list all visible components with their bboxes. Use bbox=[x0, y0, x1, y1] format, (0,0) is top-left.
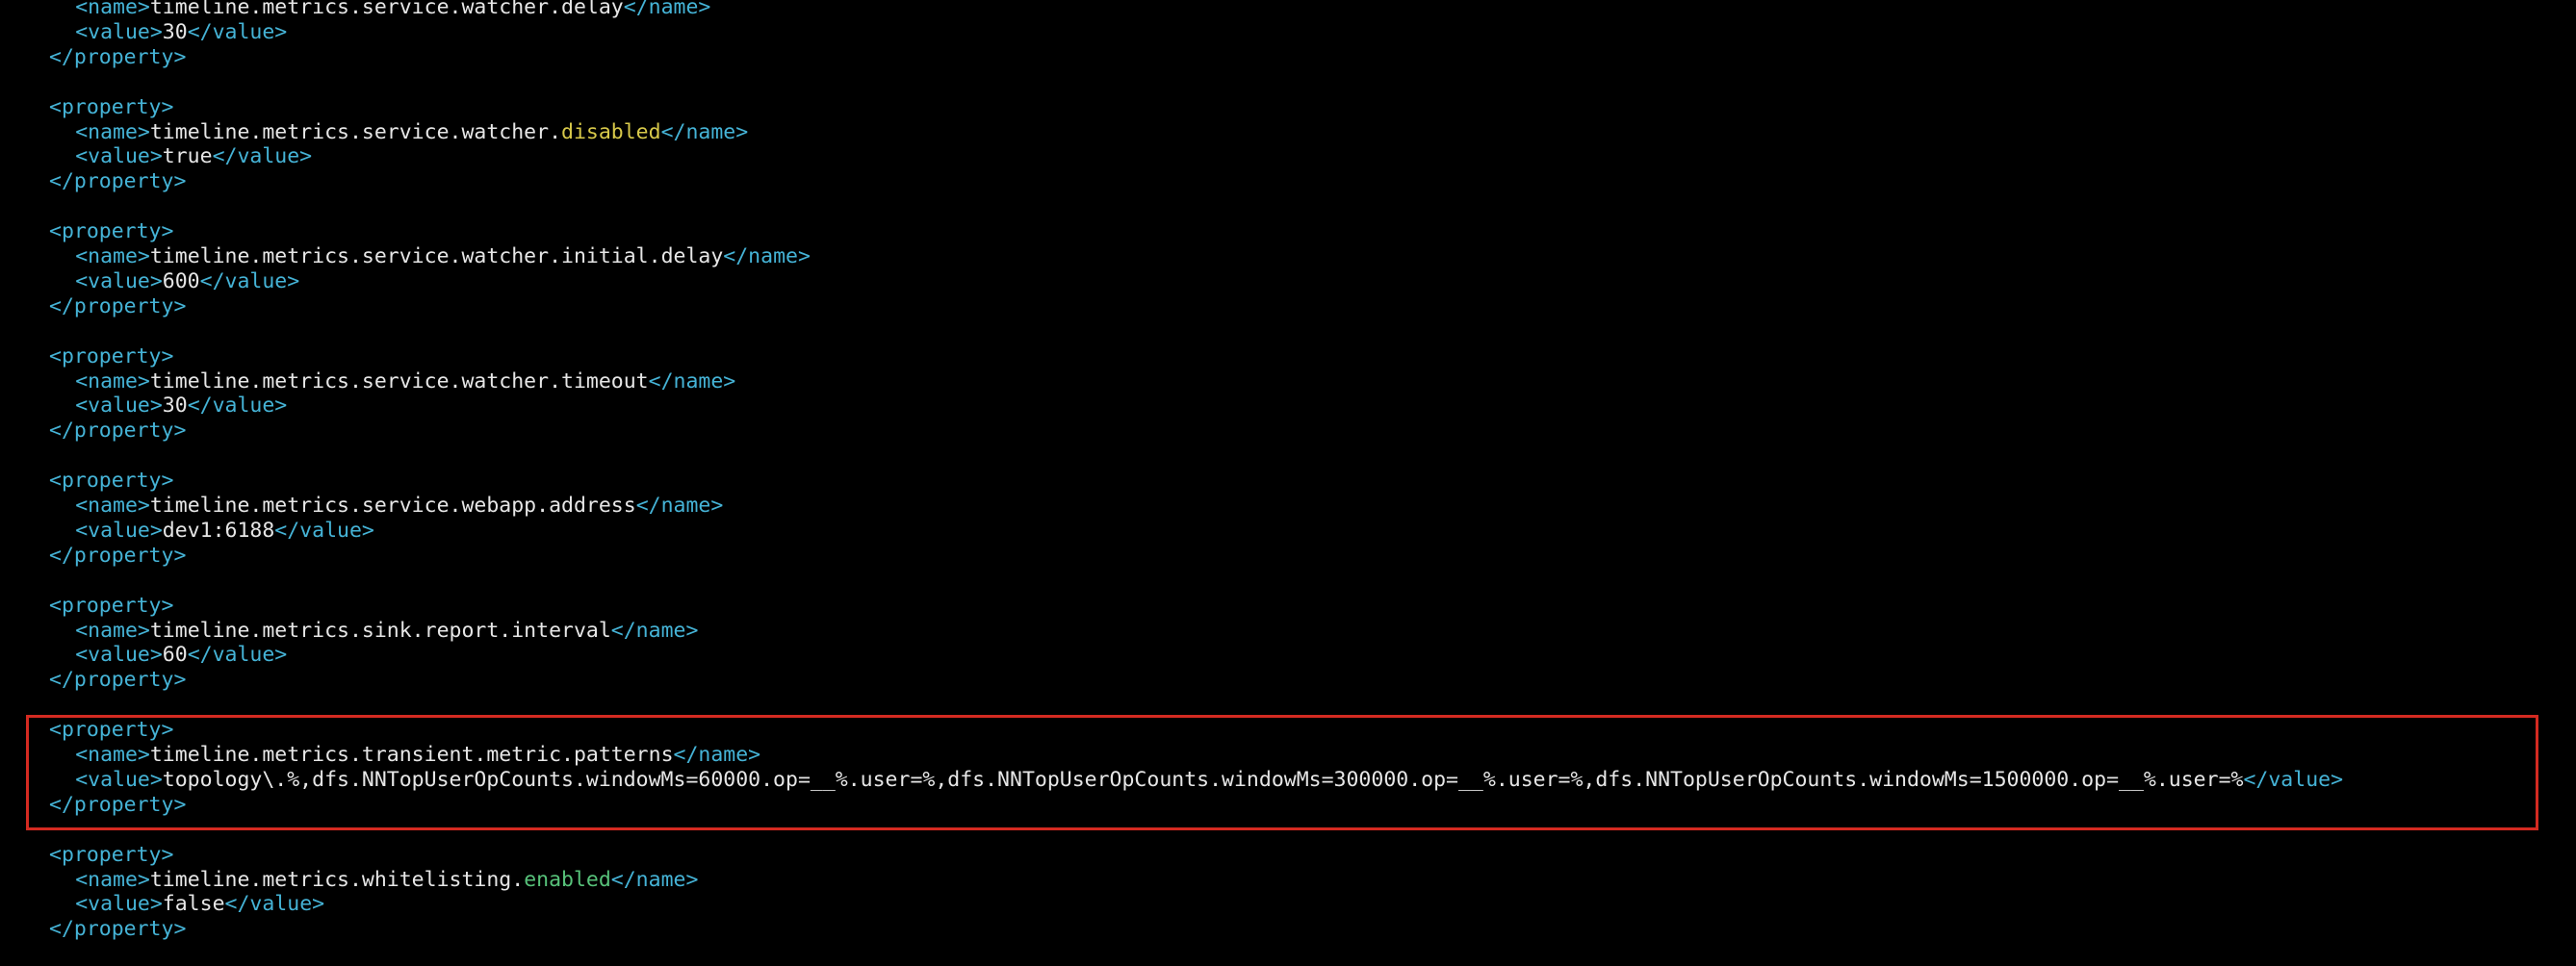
code-line: </property> bbox=[49, 419, 186, 444]
xml-tag: </name> bbox=[610, 618, 699, 643]
xml-text: true bbox=[162, 144, 213, 169]
xml-tag: </property> bbox=[49, 293, 187, 318]
xml-tag: <name> bbox=[75, 867, 150, 892]
xml-tag: </property> bbox=[49, 419, 187, 444]
xml-tag: <name> bbox=[75, 494, 150, 518]
xml-tag: </property> bbox=[49, 792, 187, 817]
xml-text: 600 bbox=[162, 268, 200, 293]
xml-tag: </value> bbox=[274, 518, 374, 543]
xml-keyword: disabled bbox=[561, 119, 661, 144]
code-line: <property> bbox=[49, 718, 173, 743]
code-line: <value>topology\.%,dfs.NNTopUserOpCounts… bbox=[75, 768, 2343, 793]
code-line: <name>timeline.metrics.service.watcher.d… bbox=[75, 120, 748, 145]
xml-text: timeline.metrics.service.watcher.delay bbox=[149, 0, 624, 19]
code-line: <property> bbox=[49, 843, 173, 868]
xml-tag: <property> bbox=[49, 842, 174, 867]
xml-text: dev1:6188 bbox=[162, 518, 275, 543]
xml-tag: <value> bbox=[75, 518, 163, 543]
xml-tag: </value> bbox=[187, 643, 288, 668]
xml-tag: <value> bbox=[75, 268, 163, 293]
xml-text: timeline.metrics.transient.metric.patter… bbox=[149, 743, 674, 767]
code-line: </property> bbox=[49, 544, 186, 569]
code-line: <property> bbox=[49, 344, 173, 369]
xml-tag: </name> bbox=[648, 369, 736, 394]
xml-tag: <name> bbox=[75, 618, 150, 643]
code-line: <name>timeline.metrics.service.watcher.t… bbox=[75, 369, 735, 394]
xml-tag: <name> bbox=[75, 119, 150, 144]
code-line: </property> bbox=[49, 793, 186, 818]
xml-tag: <name> bbox=[75, 743, 150, 767]
xml-tag: <property> bbox=[49, 219, 174, 244]
xml-tag: </value> bbox=[2243, 767, 2344, 792]
xml-text: timeline.metrics.whitelisting. bbox=[149, 867, 525, 892]
code-line: <value>30</value> bbox=[75, 394, 287, 419]
code-line: <name>timeline.metrics.service.watcher.i… bbox=[75, 244, 811, 269]
xml-tag: <property> bbox=[49, 343, 174, 369]
xml-tag: <value> bbox=[75, 643, 163, 668]
xml-tag: <value> bbox=[75, 892, 163, 917]
code-line: <value>true</value> bbox=[75, 144, 312, 169]
xml-tag: </value> bbox=[199, 268, 300, 293]
code-line: </property> bbox=[49, 917, 186, 942]
code-line: <value>false</value> bbox=[75, 892, 324, 917]
xml-text: timeline.metrics.service.watcher.timeout bbox=[149, 369, 649, 394]
xml-text: topology\.%,dfs.NNTopUserOpCounts.window… bbox=[162, 767, 2244, 792]
xml-text: 30 bbox=[162, 394, 188, 419]
xml-keyword: enabled bbox=[524, 867, 611, 892]
code-line: <value>60</value> bbox=[75, 643, 287, 668]
xml-tag: </property> bbox=[49, 44, 187, 69]
xml-tag: <property> bbox=[49, 718, 174, 743]
xml-tag: </value> bbox=[187, 19, 288, 44]
xml-tag: </value> bbox=[224, 892, 325, 917]
terminal-editor[interactable]: <name>timeline.metrics.service.watcher.d… bbox=[0, 0, 2576, 966]
xml-tag: <property> bbox=[49, 94, 174, 119]
code-line: <name>timeline.metrics.whitelisting.enab… bbox=[75, 868, 698, 893]
xml-tag: </property> bbox=[49, 543, 187, 568]
xml-tag: </name> bbox=[660, 119, 749, 144]
xml-tag: <value> bbox=[75, 19, 163, 44]
xml-tag: </name> bbox=[610, 867, 699, 892]
code-line: <name>timeline.metrics.service.watcher.d… bbox=[75, 0, 710, 20]
code-line: <name>timeline.metrics.sink.report.inter… bbox=[75, 619, 698, 644]
xml-tag: </name> bbox=[673, 743, 761, 767]
xml-text: 60 bbox=[162, 643, 188, 668]
code-line: </property> bbox=[49, 294, 186, 319]
xml-tag: </name> bbox=[723, 244, 811, 268]
code-line: <value>600</value> bbox=[75, 269, 299, 294]
code-line: </property> bbox=[49, 668, 186, 693]
xml-tag: <value> bbox=[75, 767, 163, 792]
xml-text: timeline.metrics.service.watcher.initial… bbox=[149, 244, 724, 268]
xml-tag: <value> bbox=[75, 144, 163, 169]
xml-tag: <value> bbox=[75, 394, 163, 419]
xml-text: 30 bbox=[162, 19, 188, 44]
code-line: <name>timeline.metrics.service.webapp.ad… bbox=[75, 494, 723, 519]
code-line: <value>30</value> bbox=[75, 20, 287, 45]
xml-tag: <name> bbox=[75, 369, 150, 394]
xml-tag: </value> bbox=[212, 144, 313, 169]
code-line: </property> bbox=[49, 45, 186, 70]
xml-text: timeline.metrics.sink.report.interval bbox=[149, 618, 611, 643]
code-line: <property> bbox=[49, 95, 173, 120]
xml-tag: </property> bbox=[49, 917, 187, 942]
xml-text: timeline.metrics.service.webapp.address bbox=[149, 494, 636, 518]
xml-tag: </property> bbox=[49, 668, 187, 693]
code-line: <property> bbox=[49, 594, 173, 619]
code-line: <property> bbox=[49, 469, 173, 494]
xml-tag: <property> bbox=[49, 469, 174, 494]
xml-tag: </name> bbox=[635, 494, 724, 518]
xml-tag: </value> bbox=[187, 394, 288, 419]
xml-tag: </property> bbox=[49, 169, 187, 194]
xml-tag: <name> bbox=[75, 244, 150, 268]
xml-text: timeline.metrics.service.watcher. bbox=[149, 119, 562, 144]
xml-text: false bbox=[162, 892, 225, 917]
code-line: <name>timeline.metrics.transient.metric.… bbox=[75, 743, 760, 768]
code-line: <property> bbox=[49, 219, 173, 244]
code-line: </property> bbox=[49, 169, 186, 194]
xml-tag: <name> bbox=[75, 0, 150, 19]
xml-tag: </name> bbox=[623, 0, 711, 19]
xml-tag: <property> bbox=[49, 593, 174, 618]
code-line: <value>dev1:6188</value> bbox=[75, 519, 374, 544]
